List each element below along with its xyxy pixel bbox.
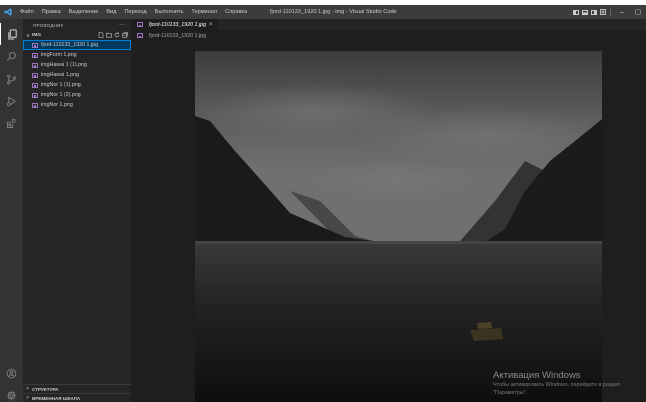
image-file-icon [32, 102, 38, 108]
controls-divider [610, 8, 611, 16]
source-control-icon[interactable] [0, 68, 23, 90]
file-name: imgHawai 1.png [41, 72, 79, 78]
title-controls: – ▢ [571, 5, 646, 19]
explorer-title: ПРОВОДНИК [33, 22, 64, 28]
toggle-secondary-sidebar-icon[interactable] [589, 5, 598, 19]
image-file-icon [32, 42, 38, 48]
file-name: imgHawai 1 (1).png [41, 62, 87, 68]
breadcrumb-file[interactable]: fjord-110133_1920 1.jpg [149, 33, 206, 39]
new-folder-icon[interactable] [106, 32, 112, 38]
menu-file[interactable]: Файл [16, 5, 38, 19]
image-file-icon [32, 92, 38, 98]
timeline-label: ВРЕМЕННАЯ ШКАЛА [32, 395, 81, 401]
tab-bar: fjord-110133_1920 1.jpg × [131, 19, 646, 30]
customize-layout-icon[interactable] [598, 5, 607, 19]
outline-label: СТРУКТУРА [32, 386, 59, 392]
file-name: imgForm 1.png [41, 52, 77, 58]
menu-edit[interactable]: Правка [38, 5, 65, 19]
collapse-all-icon[interactable] [122, 32, 128, 38]
activity-bar [0, 19, 23, 402]
explorer-sidebar: ПРОВОДНИК ··· ∨ IMG fjord-110133_1920 1.… [23, 19, 131, 402]
new-file-icon[interactable] [98, 32, 104, 38]
file-item[interactable]: imgNor 1 (1).png [23, 80, 131, 90]
image-file-icon [137, 33, 143, 38]
editor-area: fjord-110133_1920 1.jpg × fjord-110133_1… [131, 19, 646, 402]
menu-help[interactable]: Справка [221, 5, 251, 19]
file-name: imgNor 1 (1).png [41, 82, 81, 88]
fjord-photo [195, 51, 602, 402]
toggle-sidebar-icon[interactable] [571, 5, 580, 19]
menu-selection[interactable]: Выделение [65, 5, 103, 19]
file-name: imgNor 1.png [41, 102, 73, 108]
minimize-button[interactable]: – [614, 5, 630, 19]
window-title: fjord-110133_1920 1.jpg - img - Visual S… [270, 9, 397, 15]
explorer-header: ПРОВОДНИК ··· [23, 19, 131, 31]
file-item[interactable]: imgHawai 1 (1).png [23, 60, 131, 70]
menu-bar: Файл Правка Выделение Вид Переход Выполн… [16, 5, 251, 19]
image-file-icon [137, 22, 143, 27]
vscode-logo-icon[interactable] [0, 5, 16, 19]
file-item[interactable]: imgNor 1 (2).png [23, 90, 131, 100]
image-file-icon [32, 82, 38, 88]
file-item[interactable]: fjord-110133_1920 1.jpg [23, 40, 131, 50]
minimize-icon: – [620, 8, 624, 16]
menu-terminal[interactable]: Терминал [187, 5, 221, 19]
file-item[interactable]: imgHawai 1.png [23, 70, 131, 80]
tab-fjord-image[interactable]: fjord-110133_1920 1.jpg × [131, 19, 218, 30]
extensions-icon[interactable] [0, 112, 23, 134]
file-name: imgNor 1 (2).png [41, 92, 81, 98]
file-item[interactable]: imgNor 1.png [23, 100, 131, 110]
toggle-panel-icon[interactable] [580, 5, 589, 19]
timeline-section[interactable]: > ВРЕМЕННАЯ ШКАЛА [23, 393, 131, 402]
account-icon[interactable] [0, 362, 23, 384]
file-name: fjord-110133_1920 1.jpg [41, 42, 99, 48]
folder-actions [98, 32, 128, 38]
image-file-icon [32, 62, 38, 68]
file-item[interactable]: imgForm 1.png [23, 50, 131, 60]
outline-section[interactable]: > СТРУКТУРА [23, 384, 131, 393]
settings-gear-icon[interactable] [0, 384, 23, 402]
more-actions-icon[interactable]: ··· [119, 22, 125, 28]
maximize-button[interactable]: ▢ [630, 5, 646, 19]
maximize-icon: ▢ [634, 9, 642, 16]
image-file-icon [32, 72, 38, 78]
menu-view[interactable]: Вид [102, 5, 120, 19]
breadcrumb: fjord-110133_1920 1.jpg [131, 30, 646, 41]
folder-img[interactable]: ∨ IMG [23, 31, 131, 40]
title-bar: Файл Правка Выделение Вид Переход Выполн… [0, 5, 646, 19]
run-debug-icon[interactable] [0, 90, 23, 112]
menu-run[interactable]: Выполнить [151, 5, 188, 19]
vscode-window: Файл Правка Выделение Вид Переход Выполн… [0, 5, 646, 402]
folder-label: IMG [32, 33, 42, 38]
tab-label: fjord-110133_1920 1.jpg [149, 21, 207, 28]
image-preview [195, 51, 602, 402]
image-file-icon [32, 52, 38, 58]
refresh-icon[interactable] [114, 32, 120, 38]
close-icon[interactable]: × [209, 22, 213, 28]
search-icon[interactable] [0, 45, 23, 67]
explorer-icon[interactable] [0, 23, 23, 45]
menu-go[interactable]: Переход [120, 5, 150, 19]
